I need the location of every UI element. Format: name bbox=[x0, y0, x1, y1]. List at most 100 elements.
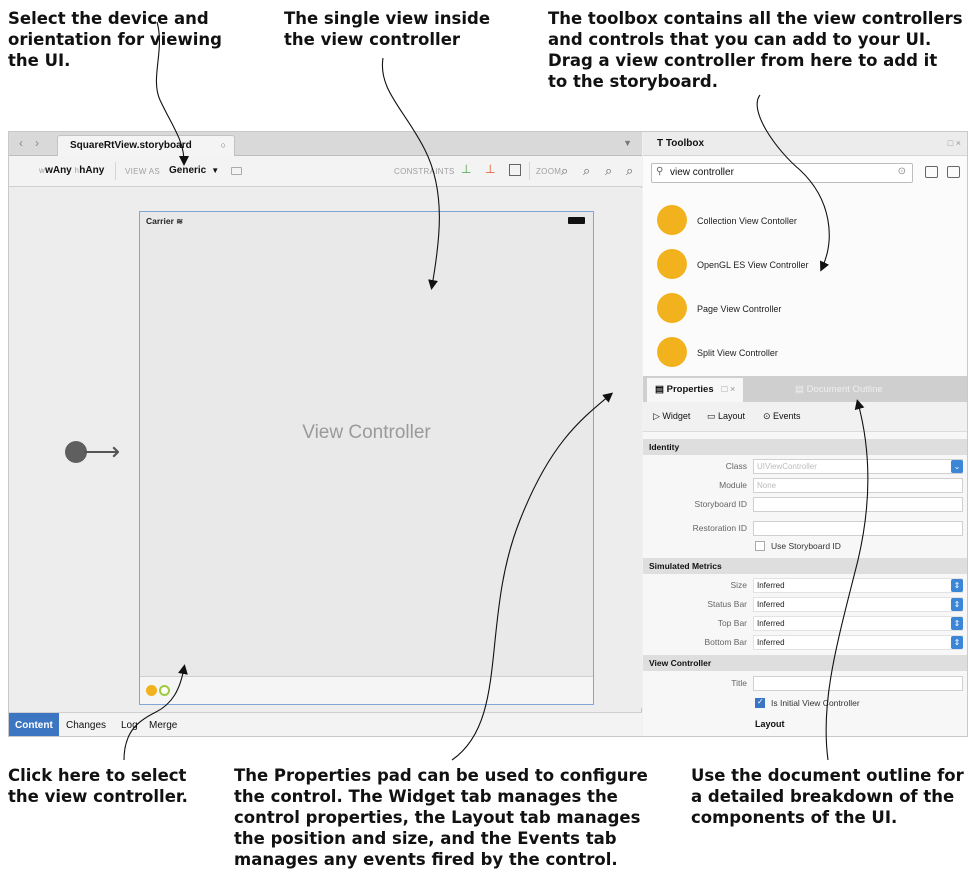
combo-arrow-icon: ⇕ bbox=[951, 636, 963, 649]
toolbox-title: Toolbox bbox=[665, 138, 705, 149]
view-as-dropdown[interactable]: Generic ▼ bbox=[169, 165, 219, 176]
callout-device-orientation: Select the device and orientation for vie… bbox=[8, 9, 222, 70]
property-label: Storyboard ID bbox=[694, 499, 747, 509]
document-outline-icon: ▤ bbox=[795, 384, 807, 395]
restoration-id-field[interactable] bbox=[753, 521, 963, 536]
forward-arrow-icon[interactable]: › bbox=[35, 136, 39, 150]
remove-constraint-icon[interactable]: ⊥ bbox=[485, 162, 495, 176]
size-class-selector[interactable]: wwAny hhAny bbox=[39, 165, 104, 176]
status-bar: Carrier ≋ bbox=[140, 212, 593, 232]
zoom-reset-icon[interactable]: ⌕ bbox=[605, 163, 612, 179]
callout-single-view: The single view inside the view controlle… bbox=[284, 9, 491, 49]
first-responder-icon[interactable] bbox=[159, 685, 170, 696]
property-storyboard-id: Storyboard ID bbox=[643, 495, 967, 514]
callout-select-view-controller: Click here to select the view controller. bbox=[8, 766, 188, 806]
battery-icon bbox=[568, 217, 585, 224]
collection-view-controller-icon bbox=[657, 205, 687, 235]
entry-arrow-icon: ⟶ bbox=[83, 436, 121, 466]
toolbox-item[interactable]: Collection View Contoller bbox=[643, 200, 967, 244]
size-select[interactable]: Inferred ⇕ bbox=[753, 578, 963, 593]
toolbox-item-label: Collection View Contoller bbox=[697, 216, 797, 226]
size-class-width: wAny bbox=[45, 165, 72, 176]
property-top-bar: Top Bar Inferred ⇕ bbox=[643, 614, 967, 633]
tab-layout-label: Layout bbox=[718, 411, 746, 421]
view-controller-scene[interactable]: Carrier ≋ View Controller bbox=[139, 211, 594, 705]
view-controller-title: View Controller bbox=[302, 422, 431, 443]
toolbox-item[interactable]: Split View Controller bbox=[643, 332, 967, 376]
carrier-label: Carrier bbox=[146, 216, 174, 226]
bottom-bar-select[interactable]: Inferred ⇕ bbox=[753, 635, 963, 650]
section-simulated-metrics: Simulated Metrics bbox=[643, 558, 967, 574]
property-layout-heading: Layout bbox=[643, 715, 967, 734]
tab-layout[interactable]: ▭ Layout bbox=[707, 411, 745, 422]
select-value: Inferred bbox=[757, 581, 785, 590]
property-status-bar: Status Bar Inferred ⇕ bbox=[643, 595, 967, 614]
property-label: Title bbox=[731, 678, 747, 688]
pad-options-icon[interactable]: □ × bbox=[716, 384, 736, 395]
toolbox-header: T Toolbox □ × bbox=[643, 132, 967, 156]
status-bar-select[interactable]: Inferred ⇕ bbox=[753, 597, 963, 612]
view-controller-icon[interactable] bbox=[146, 685, 157, 696]
grid-view-icon[interactable] bbox=[947, 166, 960, 178]
document-tab[interactable]: SquareRtView.storyboard ○ bbox=[57, 135, 235, 156]
property-label: Top Bar bbox=[717, 618, 747, 628]
callout-toolbox: The toolbox contains all the view contro… bbox=[548, 9, 963, 91]
property-label: Bottom Bar bbox=[704, 637, 747, 647]
zoom-fit-icon[interactable]: ⌕ bbox=[561, 163, 568, 179]
tab-document-outline-label: Document Outline bbox=[806, 384, 883, 395]
orientation-icon[interactable] bbox=[231, 167, 242, 175]
pad-options-icon[interactable]: □ × bbox=[948, 138, 961, 148]
tab-events[interactable]: ⊙ Events bbox=[763, 411, 801, 422]
list-view-icon[interactable] bbox=[925, 166, 938, 178]
document-tab-label: SquareRtView.storyboard bbox=[70, 140, 192, 151]
zoom-out-icon[interactable]: ⌕ bbox=[583, 163, 590, 179]
title-field[interactable] bbox=[753, 676, 963, 691]
toolbox-item[interactable]: Page View Controller bbox=[643, 288, 967, 332]
tab-document-outline[interactable]: ▤ Document Outline bbox=[787, 378, 891, 402]
tab-changes[interactable]: Changes bbox=[66, 713, 106, 736]
property-size: Size Inferred ⇕ bbox=[643, 576, 967, 595]
tab-properties[interactable]: ▤ Properties □ × bbox=[647, 378, 744, 402]
storyboard-canvas[interactable]: ⟶ Carrier ≋ View Controller bbox=[9, 188, 642, 708]
back-arrow-icon[interactable]: ‹ bbox=[19, 136, 23, 150]
toolbox-item-label: Page View Controller bbox=[697, 304, 782, 314]
clear-search-icon[interactable]: ⊙ bbox=[898, 166, 906, 177]
callout-document-outline: Use the document outline for a detailed b… bbox=[691, 766, 964, 827]
constraints-label: CONSTRAINTS bbox=[394, 167, 455, 176]
class-field[interactable]: UIViewController ⌄ bbox=[753, 459, 963, 474]
combo-arrow-icon: ⇕ bbox=[951, 617, 963, 630]
use-storyboard-id-checkbox[interactable] bbox=[755, 541, 765, 551]
toolbox-item-label: OpenGL ES View Controller bbox=[697, 260, 809, 270]
tab-widget[interactable]: ▷ Widget bbox=[653, 411, 690, 422]
top-bar-select[interactable]: Inferred ⇕ bbox=[753, 616, 963, 631]
toolbox-icon: T bbox=[657, 138, 666, 149]
view-as-value: Generic bbox=[169, 165, 207, 176]
tab-merge[interactable]: Merge bbox=[149, 713, 177, 736]
split-view-controller-icon bbox=[657, 337, 687, 367]
property-bottom-bar: Bottom Bar Inferred ⇕ bbox=[643, 633, 967, 652]
toolbox-search-input[interactable]: ⚲ view controller ⊙ bbox=[651, 163, 913, 183]
zoom-in-icon[interactable]: ⌕ bbox=[626, 163, 633, 179]
property-is-initial: Is Initial View Controller bbox=[643, 694, 967, 713]
property-label: Size bbox=[730, 580, 747, 590]
tab-content[interactable]: Content bbox=[9, 713, 59, 736]
section-identity: Identity bbox=[643, 439, 967, 455]
select-value: Inferred bbox=[757, 638, 785, 647]
frame-icon[interactable] bbox=[509, 164, 521, 176]
page-view-controller-icon bbox=[657, 293, 687, 323]
opengl-view-controller-icon bbox=[657, 249, 687, 279]
toolbox-item[interactable]: OpenGL ES View Controller bbox=[643, 244, 967, 288]
checkbox-label: Is Initial View Controller bbox=[771, 698, 860, 708]
storyboard-id-field[interactable] bbox=[753, 497, 963, 512]
close-tab-icon[interactable]: ○ bbox=[221, 140, 226, 150]
add-constraint-icon[interactable]: ⊥ bbox=[461, 162, 471, 176]
is-initial-view-controller-checkbox[interactable] bbox=[755, 697, 765, 708]
tab-log[interactable]: Log bbox=[121, 713, 138, 736]
module-field[interactable]: None bbox=[753, 478, 963, 493]
search-icon: ⚲ bbox=[656, 166, 664, 177]
tab-menu-icon[interactable]: ▼ bbox=[623, 138, 632, 148]
toolbar-divider bbox=[529, 162, 530, 180]
combo-arrow-icon[interactable]: ⌄ bbox=[951, 460, 963, 473]
editor-bottom-tabs: Content Changes Log Merge bbox=[9, 712, 642, 736]
callout-properties-pad: The Properties pad can be used to config… bbox=[234, 766, 648, 869]
